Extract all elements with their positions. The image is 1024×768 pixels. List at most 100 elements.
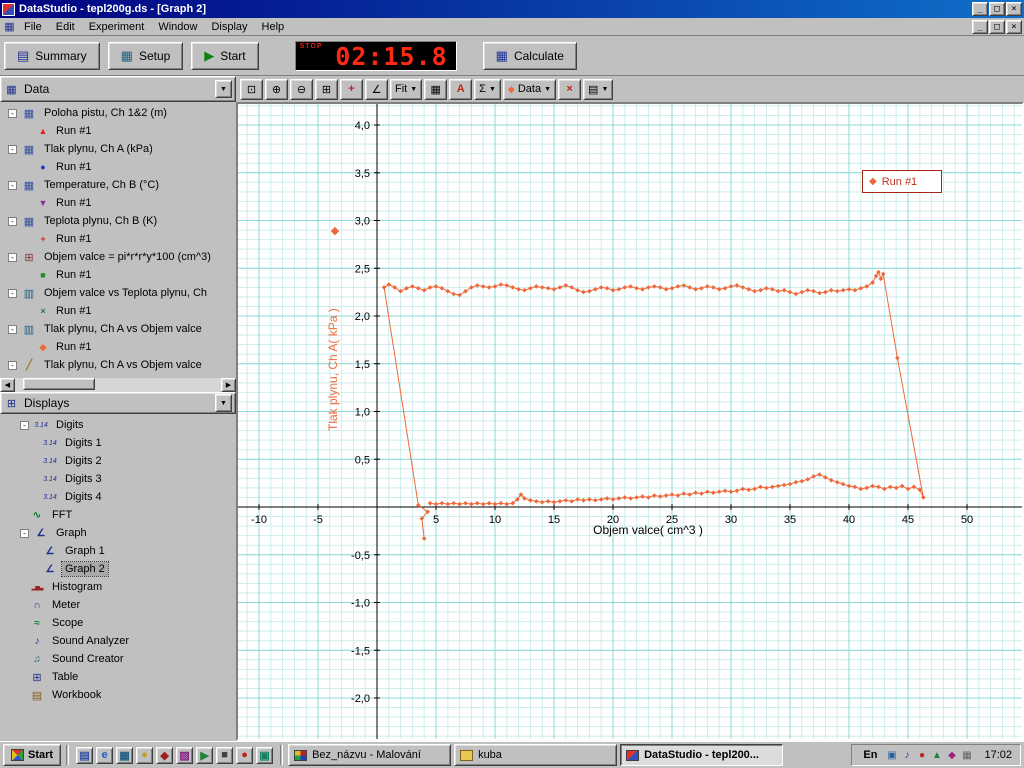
smart-tool-button[interactable]: +: [340, 78, 363, 100]
data-tree-item[interactable]: - Objem valce vs Teplota plynu, Ch: [0, 284, 236, 302]
quick-launch-icon[interactable]: ▦: [116, 746, 134, 764]
scale-to-fit-button[interactable]: ⊡: [240, 78, 263, 100]
maximize-button[interactable]: □: [989, 2, 1005, 16]
data-tree-item[interactable]: - Tlak plynu, Ch A (kPa): [0, 140, 236, 158]
data-tree-item[interactable]: - Objem valce = pi*r*r*y*100 (cm^3): [0, 248, 236, 266]
summary-button[interactable]: ▤ Summary: [4, 41, 100, 70]
displays-tree-item[interactable]: Workbook: [12, 686, 236, 704]
quick-launch-icon[interactable]: ■: [216, 746, 234, 764]
delete-button[interactable]: ×: [558, 78, 582, 100]
title-bar[interactable]: DataStudio - tepl200g.ds - [Graph 2] _ □…: [0, 0, 1024, 18]
tree-collapse-icon[interactable]: -: [8, 144, 17, 154]
graph-canvas[interactable]: -10 -5 5 10 15 20 25 30 35 40 45 504,03,53,02,52,01…: [238, 104, 1022, 739]
tree-collapse-icon[interactable]: -: [8, 360, 17, 370]
zoom-in-button[interactable]: ⊕: [265, 78, 288, 100]
tray-icon[interactable]: ▲: [929, 748, 944, 763]
slope-tool-button[interactable]: ∠: [365, 78, 388, 100]
setup-button[interactable]: ▦ Setup: [107, 41, 184, 70]
tree-collapse-icon[interactable]: -: [8, 108, 17, 118]
displays-tree-item[interactable]: Sound Analyzer: [12, 632, 236, 650]
data-tree-item[interactable]: - Temperature, Ch B (°C): [0, 176, 236, 194]
keyboard-layout-indicator[interactable]: En: [860, 748, 880, 762]
scroll-left-icon[interactable]: ◀: [0, 378, 15, 392]
displays-tree-item[interactable]: Meter: [12, 596, 236, 614]
tray-icon[interactable]: ◆: [944, 748, 959, 763]
displays-tree-item[interactable]: Digits 2: [12, 452, 236, 470]
scrollbar-track[interactable]: [15, 378, 221, 392]
tree-collapse-icon[interactable]: -: [8, 252, 17, 262]
tree-collapse-icon[interactable]: -: [8, 180, 17, 190]
zoom-select-button[interactable]: ⊞: [315, 78, 338, 100]
data-tree-item[interactable]: ■ Run #1: [0, 266, 236, 284]
tree-collapse-icon[interactable]: -: [8, 216, 17, 226]
text-annotation-button[interactable]: A: [449, 78, 473, 100]
tree-collapse-icon[interactable]: -: [20, 420, 29, 430]
displays-tree-item[interactable]: - Digits: [12, 416, 236, 434]
child-close-button[interactable]: ×: [1006, 19, 1022, 34]
start-button[interactable]: ▶ Start: [191, 41, 259, 70]
displays-tree-item[interactable]: Digits 4: [12, 488, 236, 506]
menu-display[interactable]: Display: [204, 19, 254, 35]
data-tree-item[interactable]: × Run #1: [0, 302, 236, 320]
task-button-datastudio[interactable]: DataStudio - tepl200...: [620, 744, 784, 766]
displays-tree-item[interactable]: - Graph: [12, 524, 236, 542]
data-tree-item[interactable]: - Poloha pistu, Ch 1&2 (m): [0, 104, 236, 122]
quick-launch-icon[interactable]: ▨: [176, 746, 194, 764]
quick-launch-icon[interactable]: e: [96, 746, 114, 764]
data-tree-item[interactable]: ● Run #1: [0, 158, 236, 176]
data-menu-button[interactable]: ◆ Data ▼: [502, 78, 557, 100]
task-button-kuba[interactable]: kuba: [454, 744, 618, 766]
quick-launch-icon[interactable]: ◆: [156, 746, 174, 764]
child-restore-button[interactable]: □: [989, 19, 1005, 34]
tray-icon[interactable]: ▦: [959, 748, 974, 763]
menu-window[interactable]: Window: [151, 19, 204, 35]
calculate-tool-button[interactable]: ▦: [424, 78, 448, 100]
quick-launch-icon[interactable]: ▶: [196, 746, 214, 764]
minimize-button[interactable]: _: [972, 2, 988, 16]
close-button[interactable]: ×: [1006, 2, 1022, 16]
task-button-paint[interactable]: Bez_názvu - Malování: [288, 744, 452, 766]
graph-settings-button[interactable]: ▤ ▼: [583, 78, 614, 100]
menu-experiment[interactable]: Experiment: [82, 19, 152, 35]
start-menu-button[interactable]: Start: [3, 744, 62, 766]
menu-file[interactable]: File: [17, 19, 49, 35]
menu-help[interactable]: Help: [255, 19, 292, 35]
quick-launch-icon[interactable]: ▤: [76, 746, 94, 764]
data-tree-item[interactable]: - Tlak plynu, Ch A vs Objem valce: [0, 320, 236, 338]
displays-tree-item[interactable]: Table: [12, 668, 236, 686]
tree-collapse-icon[interactable]: -: [8, 288, 17, 298]
displays-tree-item[interactable]: Digits 3: [12, 470, 236, 488]
data-tree-item[interactable]: - Tlak plynu, Ch A vs Objem valce: [0, 356, 236, 374]
fit-menu-button[interactable]: Fit ▼: [390, 78, 423, 100]
menu-edit[interactable]: Edit: [49, 19, 82, 35]
scroll-right-icon[interactable]: ▶: [221, 378, 236, 392]
displays-tree-item[interactable]: Histogram: [12, 578, 236, 596]
quick-launch-icon[interactable]: ▣: [256, 746, 274, 764]
displays-tree-item[interactable]: Graph 1: [12, 542, 236, 560]
calculate-button[interactable]: ▦ Calculate: [482, 41, 577, 70]
tree-collapse-icon[interactable]: -: [8, 324, 17, 334]
statistics-button[interactable]: Σ ▼: [474, 78, 501, 100]
data-tree-item[interactable]: + Run #1: [0, 230, 236, 248]
quick-launch-icon[interactable]: ●: [136, 746, 154, 764]
data-tree-item[interactable]: - Teplota plynu, Ch B (K): [0, 212, 236, 230]
displays-panel-menu-button[interactable]: ▼: [215, 394, 232, 412]
data-tree-item[interactable]: ◆ Run #1: [0, 338, 236, 356]
child-minimize-button[interactable]: _: [972, 19, 988, 34]
displays-tree-item[interactable]: Scope: [12, 614, 236, 632]
data-panel-menu-button[interactable]: ▼: [215, 80, 232, 98]
displays-tree-item[interactable]: Sound Creator: [12, 650, 236, 668]
data-tree-item[interactable]: ▲ Run #1: [0, 122, 236, 140]
quick-launch-icon[interactable]: ●: [236, 746, 254, 764]
graph-plot-area[interactable]: -10 -5 5 10 15 20 25 30 35 40 45 50 4,0 3,5 3,0 2,5 2,0 1…: [238, 104, 1022, 739]
data-tree-hscrollbar[interactable]: ◀ ▶: [0, 378, 236, 392]
tray-icon[interactable]: ▣: [884, 748, 899, 763]
tray-icon[interactable]: ♪: [899, 748, 914, 763]
graph-legend[interactable]: ◆ Run #1: [862, 170, 942, 193]
data-tree-item[interactable]: ▼ Run #1: [0, 194, 236, 212]
scrollbar-thumb[interactable]: [23, 378, 95, 390]
displays-tree-item[interactable]: Graph 2: [12, 560, 236, 578]
displays-tree-item[interactable]: Digits 1: [12, 434, 236, 452]
tree-collapse-icon[interactable]: -: [20, 528, 29, 538]
tray-icon[interactable]: ●: [914, 748, 929, 763]
